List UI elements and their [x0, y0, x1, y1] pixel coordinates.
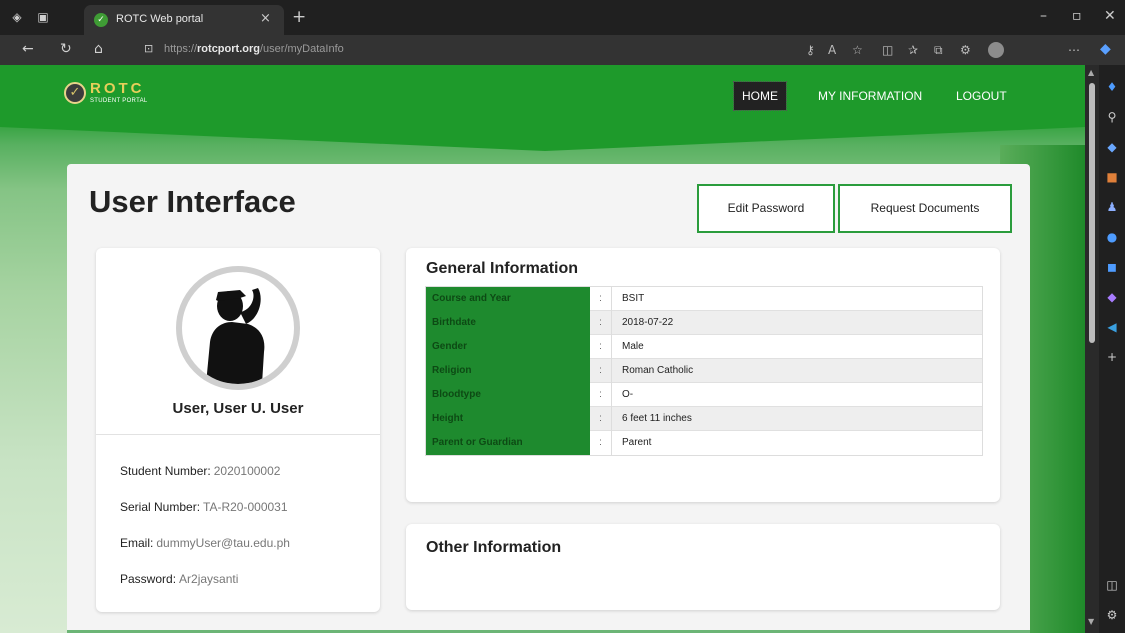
row-separator: :	[590, 335, 612, 359]
nav-logout[interactable]: LOGOUT	[956, 82, 1007, 110]
table-row: Religion: Roman Catholic	[426, 359, 982, 383]
table-row: Course and Year: BSIT	[426, 287, 982, 311]
row-value: 2018-07-22	[622, 317, 674, 328]
scroll-down-icon[interactable]: ▼	[1088, 617, 1094, 626]
general-information-title: General Information	[426, 260, 579, 277]
divider	[96, 434, 380, 435]
favorite-star-icon[interactable]: ☆	[852, 43, 863, 57]
games-icon[interactable]: ●	[1104, 229, 1120, 245]
row-value: Roman Catholic	[622, 365, 694, 376]
rotc-emblem-icon: ✓	[64, 82, 86, 104]
table-row: Birthdate:2018-07-22	[426, 311, 982, 335]
browser-tab[interactable]: ✓ ROTC Web portal ×	[84, 5, 284, 35]
edit-password-button[interactable]: Edit Password	[697, 184, 835, 233]
logo-wordmark: ROTC	[90, 80, 145, 97]
favicon-icon: ✓	[94, 13, 108, 27]
row-key: Religion	[426, 359, 590, 383]
logo-subtitle: STUDENT PORTAL	[90, 98, 148, 104]
row-key: Gender	[426, 335, 590, 359]
extensions-icon[interactable]: ⚙	[960, 43, 971, 57]
tab-close-icon[interactable]: ×	[260, 11, 271, 26]
table-row: Parent or Guardian: Parent	[426, 431, 982, 455]
general-information-card: General Information Course and Year: BSIT…	[406, 248, 1000, 502]
row-key: Bloodtype	[426, 383, 590, 407]
settings-gear-icon[interactable]: ⚙	[1104, 607, 1120, 623]
address-bar[interactable]: ⊡ https://rotcport.org/user/myDataInfo	[132, 39, 892, 61]
minimize-button[interactable]: –	[1040, 8, 1047, 24]
page-title: User Interface	[89, 184, 296, 219]
split-screen-icon[interactable]: ◫	[882, 43, 893, 57]
email: Email: dummyUser@tau.edu.ph	[120, 536, 290, 550]
request-documents-button[interactable]: Request Documents	[838, 184, 1012, 233]
row-value: Parent	[622, 437, 652, 448]
row-key: Parent or Guardian	[426, 431, 590, 455]
bell-icon[interactable]: ♦	[1104, 79, 1120, 95]
row-value: O-	[622, 389, 634, 400]
favorites-icon[interactable]: ✰	[908, 43, 918, 57]
profile-card: User, User U. User Student Number: 202010…	[96, 248, 380, 612]
scroll-up-icon[interactable]: ▲	[1088, 68, 1094, 77]
lock-icon[interactable]: ⊡	[144, 42, 153, 55]
scrollbar-thumb[interactable]	[1089, 83, 1095, 343]
collections-icon[interactable]: ⧉	[934, 43, 943, 58]
row-key: Course and Year	[426, 287, 590, 311]
browser-titlebar: ◈ ▣ ✓ ROTC Web portal × + – ▫ ✕	[0, 0, 1125, 35]
search-icon[interactable]: ⚲	[1104, 109, 1120, 125]
people-icon[interactable]: ♟	[1104, 199, 1120, 215]
row-value: 6 feet 11 inches	[622, 413, 692, 424]
page-scrollbar[interactable]: ▲ ▼	[1085, 65, 1099, 633]
tab-title: ROTC Web portal	[116, 13, 204, 25]
row-key: Birthdate	[426, 311, 590, 335]
url-text[interactable]: https://rotcport.org/user/myDataInfo	[164, 43, 344, 55]
soldier-silhouette-icon	[206, 288, 265, 384]
avatar	[176, 266, 300, 390]
row-separator: :	[590, 359, 612, 383]
row-separator: :	[590, 383, 612, 407]
key-icon[interactable]: ⚷	[806, 43, 815, 57]
user-full-name: User, User U. User	[172, 400, 304, 417]
nav-home[interactable]: HOME	[733, 81, 787, 111]
row-separator: :	[590, 431, 612, 455]
site-logo[interactable]: ✓ ROTC STUDENT PORTAL	[64, 80, 184, 114]
row-key: Height	[426, 407, 590, 431]
table-row: Gender: Male	[426, 335, 982, 359]
restore-button[interactable]: ▫	[1072, 8, 1082, 24]
row-value: Male	[622, 341, 644, 352]
more-menu-icon[interactable]: ⋯	[1068, 43, 1080, 57]
copilot-icon[interactable]: ◆	[1100, 41, 1111, 57]
browser-sidebar: ♦ ⚲ ◆ ■ ♟ ● ◼ ◆ ◀ + ◫ ⚙	[1099, 65, 1125, 633]
new-tab-button[interactable]: +	[292, 7, 306, 27]
general-information-table: Course and Year: BSIT Birthdate:2018-07-2…	[425, 286, 983, 456]
row-separator: :	[590, 287, 612, 311]
close-button[interactable]: ✕	[1104, 8, 1116, 24]
tag-icon[interactable]: ◆	[1104, 139, 1120, 155]
student-number: Student Number: 2020100002	[120, 464, 281, 478]
home-icon[interactable]: ⌂	[94, 41, 103, 57]
table-row: Height:6 feet 11 inches	[426, 407, 982, 431]
password: Password: Ar2jaysanti	[120, 572, 239, 586]
shopping-icon[interactable]: ■	[1104, 169, 1120, 185]
other-information-card: Other Information	[406, 524, 1000, 610]
browser-toolbar: ← ↻ ⌂ ⊡ https://rotcport.org/user/myData…	[0, 35, 1125, 65]
add-sidebar-icon[interactable]: +	[1104, 349, 1120, 365]
page-viewport: ✓ ROTC STUDENT PORTAL HOME MY INFORMATIO…	[0, 65, 1085, 633]
back-icon[interactable]: ←	[22, 41, 34, 57]
profile-avatar-icon[interactable]	[988, 42, 1004, 58]
designer-icon[interactable]: ◆	[1104, 289, 1120, 305]
workspaces-icon[interactable]: ◈	[10, 10, 24, 24]
sidebar-layout-icon[interactable]: ◫	[1104, 577, 1120, 593]
tab-actions-icon[interactable]: ▣	[36, 10, 50, 24]
outlook-icon[interactable]: ◼	[1104, 259, 1120, 275]
row-separator: :	[590, 407, 612, 431]
table-row: Bloodtype: O-	[426, 383, 982, 407]
refresh-icon[interactable]: ↻	[60, 41, 72, 57]
row-separator: :	[590, 311, 612, 335]
main-card: User Interface Edit Password Request Doc…	[67, 164, 1030, 633]
serial-number: Serial Number: TA-R20-000031	[120, 500, 288, 514]
drop-icon[interactable]: ◀	[1104, 319, 1120, 335]
row-value: BSIT	[622, 293, 645, 304]
other-information-title: Other Information	[426, 539, 562, 556]
read-aloud-icon[interactable]: A	[828, 43, 836, 57]
nav-my-information[interactable]: MY INFORMATION	[818, 82, 922, 110]
